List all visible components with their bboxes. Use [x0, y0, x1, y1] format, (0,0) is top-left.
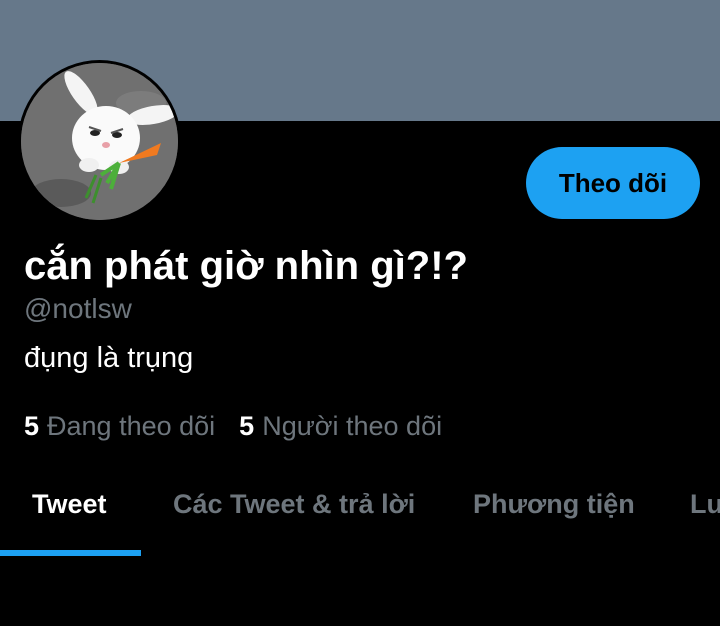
rabbit-avatar-icon: [21, 63, 178, 220]
following-count: 5: [24, 411, 40, 441]
followers-count: 5: [239, 411, 255, 441]
followers-stat-link[interactable]: 5 Người theo dõi: [239, 411, 442, 442]
tab-likes[interactable]: Lượt thích: [661, 456, 720, 556]
following-stat-link[interactable]: 5 Đang theo dõi: [24, 411, 215, 442]
followers-label: Người theo dõi: [262, 411, 443, 441]
tab-media[interactable]: Phương tiện: [441, 456, 661, 556]
tab-tweets-and-replies-label: Các Tweet & trả lời: [173, 489, 416, 519]
profile-tabs: Tweet Các Tweet & trả lời Phương tiện Lư…: [0, 456, 720, 556]
following-label: Đang theo dõi: [47, 411, 216, 441]
display-name: cắn phát giờ nhìn gì?!?: [24, 244, 468, 288]
follow-button[interactable]: Theo dõi: [526, 147, 700, 219]
tab-likes-label: Lượt thích: [690, 489, 720, 519]
profile-avatar[interactable]: [18, 60, 181, 223]
profile-bio: đụng là trụng: [24, 342, 194, 374]
tab-tweets[interactable]: Tweet: [0, 456, 141, 556]
active-tab-indicator: [0, 550, 141, 556]
tab-tweets-label: Tweet: [32, 489, 107, 519]
user-handle: @notlsw: [24, 293, 132, 324]
tab-media-label: Phương tiện: [473, 489, 635, 519]
tab-tweets-and-replies[interactable]: Các Tweet & trả lời: [141, 456, 431, 556]
follow-stats: 5 Đang theo dõi 5 Người theo dõi: [24, 411, 466, 442]
